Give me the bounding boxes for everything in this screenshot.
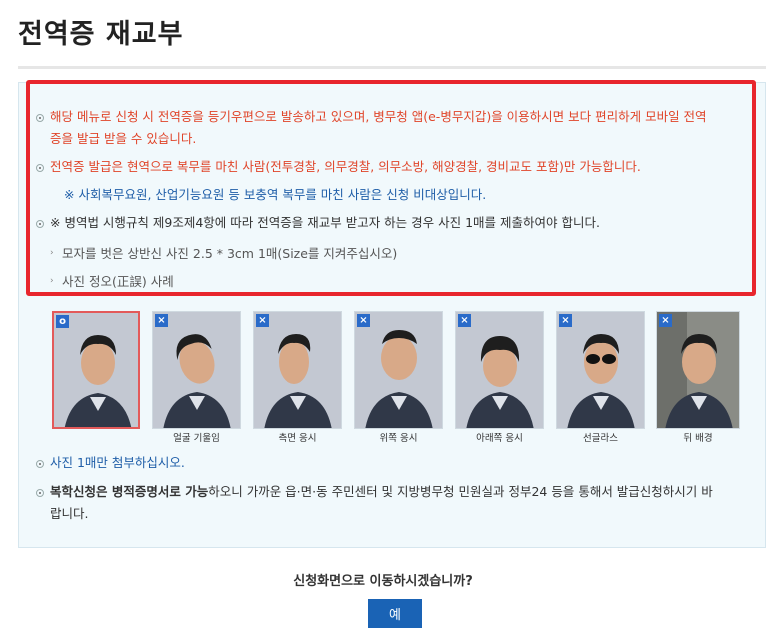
bullet-icon — [36, 114, 44, 122]
reissue-note-text: 하오니 가까운 읍·면·동 주민센터 및 지방병무청 민원실과 정부24 등을 … — [208, 484, 713, 499]
reissue-note: 복학신청은 병적증명서로 가능하오니 가까운 읍·면·동 주민센터 및 지방병무… — [50, 481, 713, 503]
title-divider — [18, 66, 766, 69]
photo-example-up: × — [354, 311, 443, 429]
correct-badge-icon: o — [56, 315, 69, 328]
wrong-badge-icon: × — [256, 314, 269, 327]
portrait-image — [557, 312, 644, 428]
photo-caption: 위쪽 응시 — [379, 433, 418, 444]
wrong-badge-icon: × — [559, 314, 572, 327]
bullet-icon — [36, 460, 44, 468]
notice-line-4: ※ 병역법 시행규칙 제9조제4항에 따라 전역증을 재교부 받고자 하는 경우… — [50, 215, 600, 230]
photo-caption: 선글라스 — [583, 433, 618, 444]
notice-line-6: 사진 정오(正誤) 사례 — [62, 274, 174, 289]
photo-caption: 뒤 배경 — [683, 433, 713, 444]
portrait-image — [54, 313, 138, 427]
arrow-icon: › — [50, 276, 54, 286]
reissue-note-bold: 복학신청은 병적증명서로 가능 — [50, 484, 209, 499]
bullet-icon — [36, 164, 44, 172]
photo-example-correct: o — [52, 311, 140, 429]
photo-caption: 아래쪽 응시 — [476, 433, 523, 444]
wrong-badge-icon: × — [155, 314, 168, 327]
notice-line-5: 모자를 벗은 상반신 사진 2.5 * 3cm 1매(Size를 지켜주십시오) — [62, 246, 398, 261]
photo-caption: 측면 응시 — [278, 433, 317, 444]
photo-example-background: × — [656, 311, 740, 429]
portrait-image — [355, 312, 442, 428]
notice-line-1a: 해당 메뉴로 신청 시 전역증을 등기우편으로 발송하고 있으며, 병무청 앱(… — [50, 109, 707, 124]
wrong-badge-icon: × — [659, 314, 672, 327]
portrait-image — [254, 312, 341, 428]
confirm-question: 신청화면으로 이동하시겠습니까? — [293, 574, 473, 589]
notice-line-2: 전역증 발급은 현역으로 복무를 마친 사람(전투경찰, 의무경찰, 의무소방,… — [50, 159, 641, 174]
wrong-badge-icon: × — [458, 314, 471, 327]
photo-example-down: × — [455, 311, 544, 429]
arrow-icon: › — [50, 248, 54, 258]
yes-button[interactable]: 예 — [368, 599, 422, 628]
photo-caption: 얼굴 기울임 — [173, 433, 220, 444]
photo-example-tilted: × — [152, 311, 241, 429]
page-title: 전역증 재교부 — [18, 19, 184, 50]
bullet-icon — [36, 220, 44, 228]
attach-note: 사진 1매만 첨부하십시오. — [50, 455, 185, 470]
portrait-image — [456, 312, 543, 428]
notice-line-1b: 증을 발급 받을 수 있습니다. — [50, 131, 197, 146]
photo-example-side: × — [253, 311, 342, 429]
portrait-image — [657, 312, 739, 428]
bullet-icon — [36, 489, 44, 497]
portrait-image — [153, 312, 240, 428]
photo-example-sunglasses: × — [556, 311, 645, 429]
notice-line-3: ※ 사회복무요원, 산업기능요원 등 보충역 복무를 마친 사람은 신청 비대상… — [64, 187, 487, 202]
reissue-note-tail: 랍니다. — [50, 506, 89, 521]
wrong-badge-icon: × — [357, 314, 370, 327]
